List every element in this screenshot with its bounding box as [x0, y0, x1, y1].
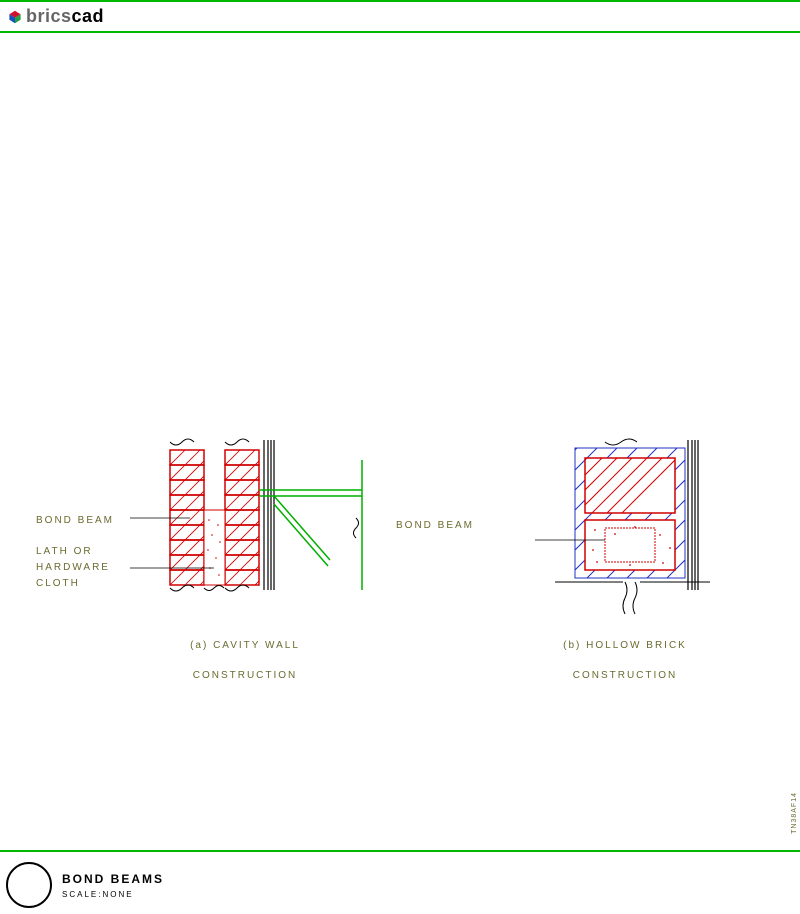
- section-a-sub: CONSTRUCTION: [155, 670, 335, 681]
- drawing-title: BOND BEAMS: [62, 872, 164, 886]
- label-bond-beam-left: BOND BEAM: [36, 513, 114, 529]
- drawing-canvas: BOND BEAM LATH OR HARDWARE CLOTH BOND BE…: [0, 30, 800, 820]
- title-block: BOND BEAMS SCALE:NONE: [6, 862, 164, 908]
- drawing-reference-number: TN38AF14: [791, 792, 798, 834]
- section-b-sub: CONSTRUCTION: [535, 670, 715, 681]
- label-lath-hardware-cloth: LATH OR HARDWARE CLOTH: [36, 544, 110, 592]
- section-a-title: (a) CAVITY WALL: [155, 640, 335, 651]
- title-block-circle: [6, 862, 52, 908]
- logo-row: bricscad: [0, 2, 800, 29]
- hollow-brick-drawing: [535, 430, 735, 630]
- section-b-title: (b) HOLLOW BRICK: [535, 640, 715, 651]
- logo-text: bricscad: [26, 6, 104, 27]
- bricscad-logo-icon: [8, 10, 22, 24]
- bottom-green-bar: [0, 850, 800, 852]
- label-bond-beam-center: BOND BEAM: [396, 520, 474, 531]
- drawing-scale: SCALE:NONE: [62, 890, 164, 899]
- cavity-wall-drawing: [130, 430, 390, 640]
